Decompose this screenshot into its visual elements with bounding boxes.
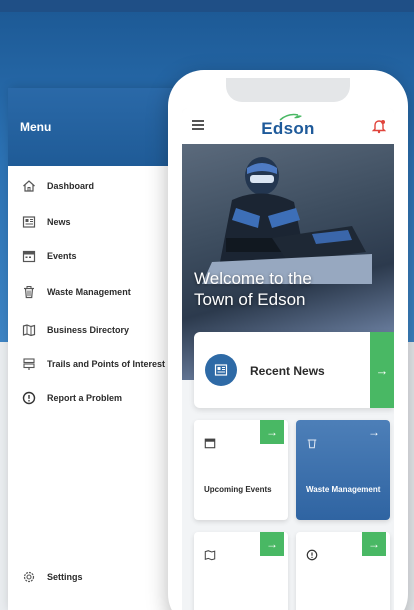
menu-item-settings[interactable]: Settings: [8, 565, 176, 589]
menu-item-label: Waste Management: [47, 287, 131, 297]
arrow-right-icon[interactable]: →: [362, 532, 386, 556]
menu-item-dashboard[interactable]: Dashboard: [8, 174, 176, 198]
trash-icon: [22, 285, 36, 299]
waste-management-tile[interactable]: → Waste Management: [296, 420, 390, 520]
alert-circle-icon: [22, 391, 36, 405]
menu-item-label: Dashboard: [47, 181, 95, 191]
menu-item-label: Settings: [47, 572, 83, 582]
home-icon: [22, 179, 36, 193]
news-circle-icon: [205, 354, 237, 386]
notification-bell-icon[interactable]: [371, 118, 387, 134]
report-problem-tile[interactable]: →: [296, 532, 390, 610]
newspaper-icon: [22, 215, 36, 229]
drawer-title: Menu: [20, 120, 52, 134]
menu-item-report-problem[interactable]: Report a Problem: [8, 386, 176, 410]
calendar-icon: [204, 436, 216, 454]
menu-item-events[interactable]: Events: [8, 244, 176, 268]
app-header: Edson: [182, 108, 394, 144]
map-icon: [22, 323, 36, 337]
app-screen: Edson Welcome to the Town of Edson Recen…: [182, 108, 394, 610]
snowmobile-rider-image: [202, 157, 372, 284]
trash-icon: [306, 436, 318, 454]
menu-item-label: Report a Problem: [47, 393, 123, 403]
arrow-right-icon[interactable]: →: [260, 420, 284, 444]
phone-mockup: Edson Welcome to the Town of Edson Recen…: [168, 70, 408, 610]
logo-leaf-icon: [279, 113, 302, 121]
menu-item-label: Events: [47, 251, 77, 261]
edson-logo: Edson: [250, 113, 326, 141]
signpost-icon: [22, 357, 36, 371]
hero-welcome-text: Welcome to the Town of Edson: [194, 268, 390, 310]
tile-label: Upcoming Events: [204, 485, 272, 494]
upcoming-events-tile[interactable]: → Upcoming Events: [194, 420, 288, 520]
logo-text: Edson: [261, 119, 315, 138]
alert-circle-icon: [306, 548, 318, 566]
recent-news-label: Recent News: [250, 364, 325, 378]
tile-label: Waste Management: [306, 485, 381, 494]
top-frame-bar: [0, 0, 414, 12]
menu-item-business-directory[interactable]: Business Directory: [8, 318, 176, 342]
hamburger-menu-icon[interactable]: [192, 120, 204, 130]
recent-news-card[interactable]: Recent News →: [194, 332, 394, 408]
navigation-drawer: Menu Dashboard News Events Waste Managem…: [8, 88, 176, 610]
arrow-right-icon[interactable]: →: [370, 332, 394, 408]
hero-line-2: Town of Edson: [194, 290, 306, 309]
menu-item-trails[interactable]: Trails and Points of Interest: [8, 352, 176, 376]
calendar-icon: [22, 249, 36, 263]
menu-item-label: News: [47, 217, 71, 227]
menu-item-label: Business Directory: [47, 325, 130, 335]
arrow-right-icon[interactable]: →: [260, 532, 284, 556]
arrow-right-icon[interactable]: →: [362, 420, 386, 444]
menu-item-label: Trails and Points of Interest: [47, 359, 166, 369]
gear-icon: [22, 570, 36, 584]
phone-notch: [226, 78, 350, 102]
drawer-header: Menu: [8, 88, 176, 166]
hero-line-1: Welcome to the: [194, 269, 312, 288]
menu-item-news[interactable]: News: [8, 210, 176, 234]
menu-item-waste-management[interactable]: Waste Management: [8, 280, 176, 304]
business-directory-tile[interactable]: →: [194, 532, 288, 610]
map-icon: [204, 548, 216, 566]
